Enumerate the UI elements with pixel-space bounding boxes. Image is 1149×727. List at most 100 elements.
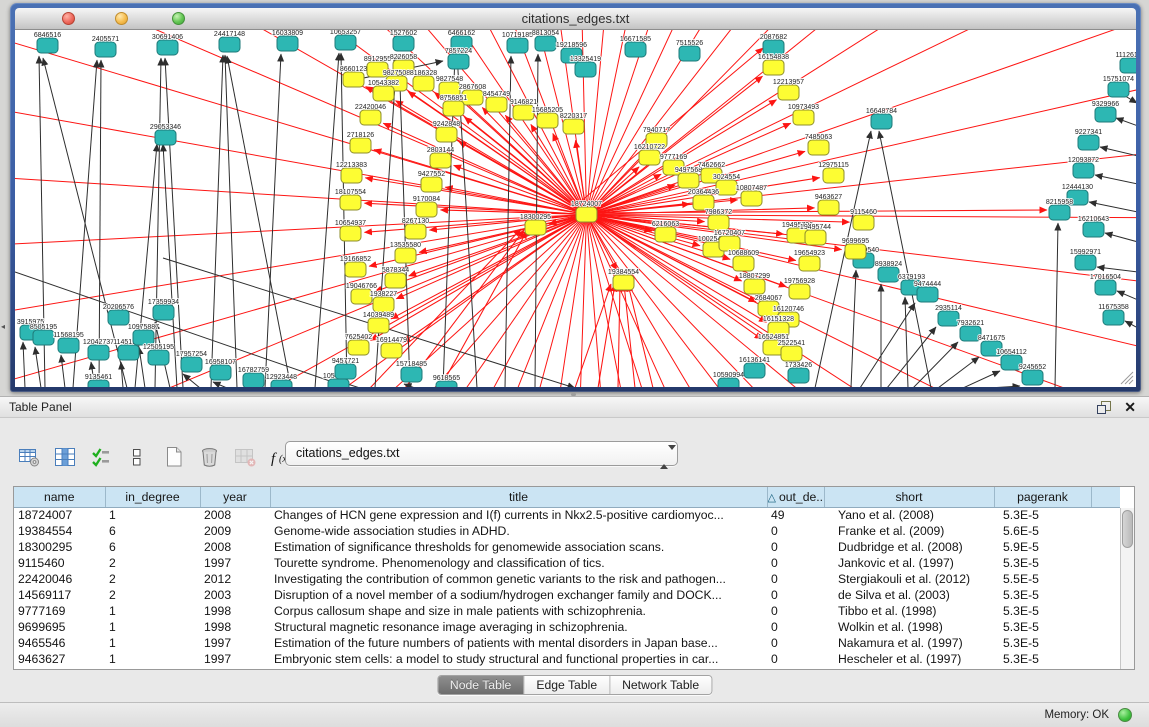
graph-node[interactable] bbox=[576, 207, 597, 222]
graph-node[interactable] bbox=[210, 365, 231, 380]
graph-node[interactable] bbox=[430, 153, 451, 168]
graph-node[interactable] bbox=[436, 127, 457, 142]
graph-node[interactable] bbox=[219, 37, 240, 52]
graph-node[interactable] bbox=[340, 195, 361, 210]
graph-node[interactable] bbox=[181, 357, 202, 372]
graph-node[interactable] bbox=[781, 346, 802, 361]
graph-node[interactable] bbox=[1073, 163, 1094, 178]
graph-node[interactable] bbox=[271, 380, 292, 387]
table-row[interactable]: 1872400712008Changes of HCN gene express… bbox=[14, 507, 1120, 523]
table-settings-button[interactable] bbox=[17, 446, 41, 468]
table-row[interactable]: 977716911998Corpus callosum shape and si… bbox=[14, 603, 1120, 619]
table-row[interactable]: 2242004622012Investigating the contribut… bbox=[14, 571, 1120, 587]
graph-node[interactable] bbox=[1103, 310, 1124, 325]
graph-node[interactable] bbox=[805, 230, 826, 245]
graph-node[interactable] bbox=[58, 338, 79, 353]
row-height-button[interactable] bbox=[125, 446, 149, 468]
graph-node[interactable] bbox=[381, 343, 402, 358]
graph-node[interactable] bbox=[421, 177, 442, 192]
graph-node[interactable] bbox=[1022, 370, 1043, 385]
graph-node[interactable] bbox=[33, 330, 54, 345]
vertical-scrollbar[interactable] bbox=[1120, 508, 1134, 669]
graph-node[interactable] bbox=[157, 40, 178, 55]
graph-node[interactable] bbox=[148, 350, 169, 365]
graph-node[interactable] bbox=[1075, 255, 1096, 270]
graph-node[interactable] bbox=[741, 191, 762, 206]
table-row[interactable]: 969969511998Structural magnetic resonanc… bbox=[14, 619, 1120, 635]
graph-node[interactable] bbox=[871, 114, 892, 129]
graph-node[interactable] bbox=[525, 220, 546, 235]
graph-node[interactable] bbox=[88, 345, 109, 360]
graph-node[interactable] bbox=[385, 273, 406, 288]
table-row[interactable]: 1456911722003Disruption of a novel membe… bbox=[14, 587, 1120, 603]
graph-node[interactable] bbox=[744, 363, 765, 378]
graph-node[interactable] bbox=[678, 173, 699, 188]
graph-node[interactable] bbox=[413, 76, 434, 91]
graph-node[interactable] bbox=[507, 38, 528, 53]
graph-node[interactable] bbox=[108, 310, 129, 325]
graph-node[interactable] bbox=[1083, 222, 1104, 237]
tab-network-table[interactable]: Network Table bbox=[609, 676, 711, 694]
graph-node[interactable] bbox=[335, 364, 356, 379]
graph-node[interactable] bbox=[95, 42, 116, 57]
graph-node[interactable] bbox=[537, 113, 558, 128]
graph-node[interactable] bbox=[243, 373, 264, 387]
graph-node[interactable] bbox=[823, 168, 844, 183]
graph-node[interactable] bbox=[575, 62, 596, 77]
graph-node[interactable] bbox=[793, 110, 814, 125]
graph-node[interactable] bbox=[351, 289, 372, 304]
network-canvas[interactable]: 1872400768465162405571306914062441714816… bbox=[15, 30, 1136, 387]
graph-node[interactable] bbox=[1120, 58, 1136, 73]
graph-node[interactable] bbox=[845, 244, 866, 259]
graph-node[interactable] bbox=[788, 368, 809, 383]
graph-node[interactable] bbox=[37, 38, 58, 53]
scrollbar-thumb[interactable] bbox=[1122, 510, 1133, 548]
graph-node[interactable] bbox=[345, 262, 366, 277]
graph-node[interactable] bbox=[368, 318, 389, 333]
column-header-short[interactable]: short bbox=[824, 487, 994, 507]
graph-node[interactable] bbox=[373, 86, 394, 101]
network-window-titlebar[interactable]: citations_edges.txt bbox=[15, 8, 1136, 30]
graph-node[interactable] bbox=[486, 97, 507, 112]
graph-node[interactable] bbox=[118, 345, 139, 360]
table-row[interactable]: 946554611997Estimation of the future num… bbox=[14, 635, 1120, 651]
resize-grip-icon[interactable] bbox=[1118, 369, 1134, 385]
delete-trash-button[interactable] bbox=[197, 446, 221, 468]
float-panel-icon[interactable] bbox=[1096, 400, 1112, 422]
graph-node[interactable] bbox=[613, 275, 634, 290]
graph-node[interactable] bbox=[938, 311, 959, 326]
graph-node[interactable] bbox=[155, 130, 176, 145]
graph-node[interactable] bbox=[716, 180, 737, 195]
graph-node[interactable] bbox=[778, 85, 799, 100]
graph-node[interactable] bbox=[655, 227, 676, 242]
table-row[interactable]: 1938455462009Genome-wide association stu… bbox=[14, 523, 1120, 539]
column-header-in_degree[interactable]: in_degree bbox=[105, 487, 200, 507]
graph-node[interactable] bbox=[341, 168, 362, 183]
graph-node[interactable] bbox=[416, 202, 437, 217]
graph-node[interactable] bbox=[625, 42, 646, 57]
graph-node[interactable] bbox=[1049, 205, 1070, 220]
column-header-pagerank[interactable]: pagerank bbox=[994, 487, 1091, 507]
table-row[interactable]: 946362711997Embryonic stem cells: a mode… bbox=[14, 651, 1120, 667]
graph-node[interactable] bbox=[789, 284, 810, 299]
column-header-out_de[interactable]: △out_de... bbox=[767, 487, 824, 507]
column-header-name[interactable]: name bbox=[14, 487, 105, 507]
graph-node[interactable] bbox=[563, 119, 584, 134]
graph-node[interactable] bbox=[348, 340, 369, 355]
graph-node[interactable] bbox=[513, 105, 534, 120]
graph-node[interactable] bbox=[343, 72, 364, 87]
graph-node[interactable] bbox=[405, 224, 426, 239]
graph-node[interactable] bbox=[718, 378, 739, 387]
graph-node[interactable] bbox=[401, 367, 422, 382]
graph-node[interactable] bbox=[328, 379, 349, 387]
close-panel-icon[interactable]: ✕ bbox=[1124, 397, 1136, 418]
panel-collapse-arrow-icon[interactable]: ◂ bbox=[1, 322, 5, 331]
table-select-dropdown[interactable]: citations_edges.txt bbox=[285, 441, 678, 466]
graph-node[interactable] bbox=[818, 200, 839, 215]
graph-node[interactable] bbox=[1095, 280, 1116, 295]
select-rows-button[interactable] bbox=[89, 446, 113, 468]
graph-node[interactable] bbox=[1095, 107, 1116, 122]
graph-node[interactable] bbox=[799, 256, 820, 271]
graph-node[interactable] bbox=[153, 305, 174, 320]
graph-node[interactable] bbox=[395, 248, 416, 263]
